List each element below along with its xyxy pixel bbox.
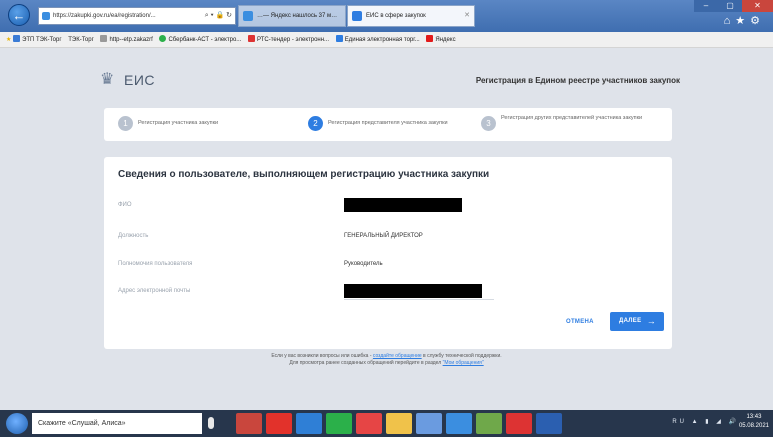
cancel-button[interactable]: ОТМЕНА: [566, 319, 594, 325]
field-value: Руководитель: [344, 261, 383, 267]
favorite-item[interactable]: РТС-тендер - электронн...: [247, 32, 329, 47]
field-authority: Полномочия пользователя Руководитель: [118, 257, 658, 273]
address-text: https://zakupki.gov.ru/ea/registration/.…: [53, 13, 156, 19]
browser-tools: ⌂★⚙: [724, 14, 765, 27]
close-window-button[interactable]: ✕: [742, 0, 773, 12]
address-controls-icon[interactable]: ⌕ ▾ 🔒 ↻: [205, 8, 232, 24]
field-fio: ФИО: [118, 198, 658, 214]
next-button[interactable]: ДАЛЕЕ →: [610, 312, 664, 331]
favorite-item[interactable]: http--etp.zakazrf: [100, 32, 153, 47]
tab-label: ЕИС в сфере закупок: [366, 13, 426, 19]
support-notice: Если у вас возникли вопросы или ошибка -…: [271, 353, 502, 366]
field-value: ГЕНЕРАЛЬНЫЙ ДИРЕКТОР: [344, 233, 423, 239]
home-icon[interactable]: ⌂: [724, 15, 736, 27]
clock-date: 05.08.2021: [738, 423, 769, 429]
favorite-item[interactable]: Сбербанк-АСТ - электро...: [159, 32, 241, 47]
windows-taskbar: Скажите «Слушай, Алиса» RU ▲ ▮ ◢ 🔊 13:43…: [0, 410, 773, 437]
field-label: ФИО: [118, 202, 132, 208]
favicon-icon: [100, 35, 108, 42]
favorites-star-icon[interactable]: ★: [735, 15, 750, 27]
favicon-icon: [13, 35, 21, 42]
site-icon: [42, 12, 50, 20]
system-tray[interactable]: RU ▲ ▮ ◢ 🔊: [672, 418, 739, 425]
redacted-value: [344, 198, 462, 212]
my-requests-link[interactable]: "Мои обращения": [443, 360, 484, 366]
step-number: 2: [308, 116, 323, 131]
tab-label: …— Яндекс нашлось 37 м…: [257, 13, 338, 19]
favorite-item[interactable]: Яндекс: [426, 32, 456, 47]
taskbar-app-icon[interactable]: [506, 413, 532, 434]
close-tab-icon[interactable]: ✕: [464, 6, 470, 26]
tab-yandex[interactable]: …— Яндекс нашлось 37 м…: [238, 5, 346, 27]
step-label: Регистрация участника закупки: [138, 120, 219, 126]
favicon-icon: [426, 35, 434, 42]
create-request-link[interactable]: создайте обращение: [373, 353, 422, 359]
minimize-button[interactable]: –: [694, 0, 718, 12]
next-label: ДАЛЕЕ: [619, 318, 642, 324]
page-title: Регистрация в Едином реестре участников …: [475, 76, 680, 85]
maximize-button[interactable]: ▢: [718, 0, 742, 12]
step-label: Регистрация других представителей участн…: [501, 115, 643, 121]
taskbar-app-icon[interactable]: [536, 413, 562, 434]
site-header: ♛ ЕИС Регистрация в Едином реестре участ…: [100, 67, 680, 95]
redacted-value: [344, 284, 482, 298]
alice-search-box[interactable]: Скажите «Слушай, Алиса»: [32, 413, 202, 434]
clock-time: 13:43: [746, 414, 762, 420]
favicon-icon: [335, 35, 343, 42]
taskbar-app-icon[interactable]: [356, 413, 382, 434]
gear-icon[interactable]: ⚙: [750, 15, 765, 27]
favicon-icon: [247, 35, 255, 42]
address-bar[interactable]: https://zakupki.gov.ru/ea/registration/.…: [38, 7, 236, 25]
microphone-icon[interactable]: [208, 417, 214, 429]
eis-favicon-icon: [352, 11, 362, 21]
clock[interactable]: 13:43 05.08.2021: [739, 413, 769, 431]
taskbar-app-icon[interactable]: [476, 413, 502, 434]
taskbar-app-icon[interactable]: [296, 413, 322, 434]
step-number: 3: [481, 116, 496, 131]
eagle-emblem-icon: ♛: [100, 71, 115, 88]
field-email: Адрес электронной почты: [118, 284, 658, 300]
step-number: 1: [118, 116, 133, 131]
taskbar-app-icon[interactable]: [386, 413, 412, 434]
registration-stepper: 1 Регистрация участника закупки 2 Регист…: [104, 108, 672, 141]
favorite-item[interactable]: ЭТП ТЭК-Торг: [13, 32, 62, 47]
taskbar-app-icon[interactable]: [236, 413, 262, 434]
taskbar-app-icon[interactable]: [416, 413, 442, 434]
start-button[interactable]: [6, 413, 28, 434]
card-title: Сведения о пользователе, выполняющем рег…: [118, 169, 490, 180]
page-content: ♛ ЕИС Регистрация в Едином реестре участ…: [0, 49, 773, 410]
field-label: Адрес электронной почты: [118, 288, 191, 294]
favorites-star-icon[interactable]: ★: [6, 37, 11, 43]
field-label: Должность: [118, 233, 149, 239]
field-label: Полномочия пользователя: [118, 261, 193, 267]
favorites-bar: ★ ЭТП ТЭК-Торг ТЭК-Торг http--etp.zakazr…: [0, 32, 773, 48]
arrow-right-icon: →: [646, 316, 656, 326]
taskbar-app-icon[interactable]: [266, 413, 292, 434]
taskbar-app-icon[interactable]: [326, 413, 352, 434]
favorite-item[interactable]: Единая электронная торг...: [335, 32, 420, 47]
back-button[interactable]: ←: [8, 4, 30, 26]
back-arrow-icon: ←: [12, 8, 26, 23]
field-position: Должность ГЕНЕРАЛЬНЫЙ ДИРЕКТОР: [118, 229, 658, 245]
step-label: Регистрация представителя участника заку…: [328, 120, 448, 126]
site-logo[interactable]: ЕИС: [124, 72, 155, 88]
field-underline: [344, 299, 494, 300]
taskbar-app-icon[interactable]: [446, 413, 472, 434]
yandex-favicon-icon: [243, 11, 253, 21]
favicon-icon: [159, 35, 167, 42]
favorite-item[interactable]: ТЭК-Торг: [68, 32, 94, 47]
browser-titlebar: ← https://zakupki.gov.ru/ea/registration…: [0, 0, 773, 32]
tab-eis[interactable]: ЕИС в сфере закупок ✕: [347, 5, 475, 27]
